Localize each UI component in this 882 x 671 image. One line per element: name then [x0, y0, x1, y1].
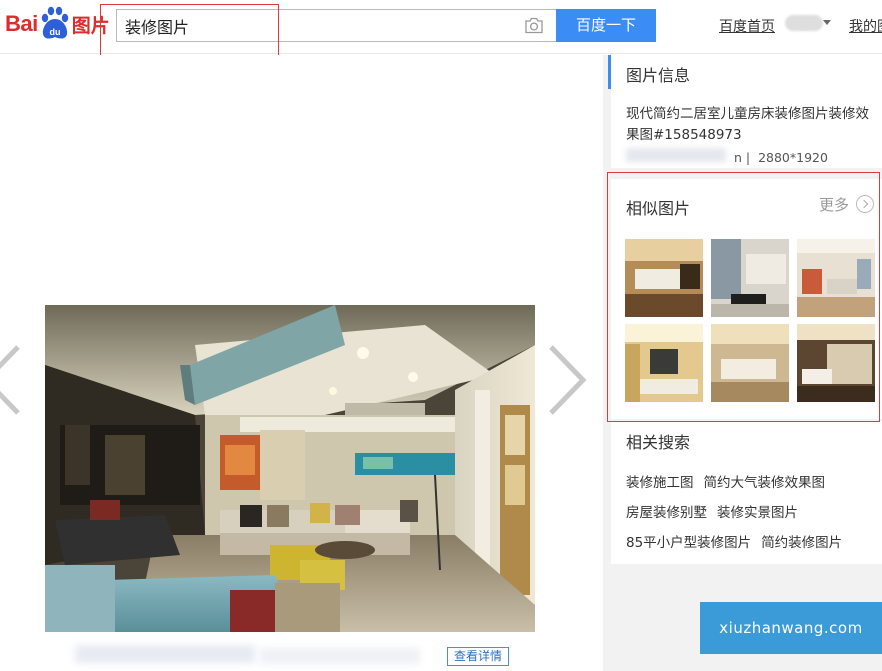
image-meta: n | 2880*1920 — [734, 150, 828, 165]
arrow-left-icon[interactable] — [0, 345, 22, 415]
main-image[interactable] — [45, 305, 535, 632]
related-row: 85平小户型装修图片 简约装修图片 — [626, 531, 852, 551]
image-source-blurred — [260, 648, 420, 664]
logo-text-latin: Bai — [5, 11, 38, 36]
related-row: 装修施工图 简约大气装修效果图 — [626, 471, 835, 491]
baidu-paw-logo: du — [39, 6, 71, 42]
my-images-link[interactable]: 我的图 — [849, 16, 882, 36]
image-dimensions: 2880*1920 — [758, 150, 828, 165]
image-source-blurred — [626, 148, 726, 162]
related-search-link[interactable]: 装修施工图 — [626, 475, 694, 491]
baidu-home-link[interactable]: 百度首页 — [719, 16, 775, 36]
related-search-link[interactable]: 简约装修图片 — [761, 535, 842, 551]
info-title: 图片信息 — [626, 66, 691, 85]
related-search-link[interactable]: 房屋装修别墅 — [626, 505, 707, 521]
user-name-blurred[interactable] — [785, 15, 823, 31]
related-search-link[interactable]: 简约大气装修效果图 — [704, 475, 826, 491]
related-title: 相关搜索 — [626, 433, 691, 452]
related-search-card: 相关搜索 装修施工图 简约大气装修效果图 房屋装修别墅 装修实景图片 85平小户型装… — [611, 421, 882, 564]
image-description: 现代简约二居室儿童房床装修图片装修效果图#158548973 — [626, 106, 869, 143]
view-detail-button[interactable]: 查看详情 — [447, 647, 509, 666]
baidu-image-logo[interactable]: Bai du 图片 — [5, 4, 110, 44]
search-button[interactable]: 百度一下 — [556, 9, 656, 42]
related-row: 房屋装修别墅 装修实景图片 — [626, 501, 808, 521]
site-watermark: xiuzhanwang.com — [700, 602, 882, 654]
related-search-link[interactable]: 装修实景图片 — [717, 505, 798, 521]
logo-paw-text: du — [49, 27, 60, 37]
similar-highlight-box — [607, 172, 880, 422]
meta-separator: n | — [734, 150, 751, 165]
image-caption-blurred — [75, 645, 255, 663]
camera-icon[interactable] — [524, 17, 544, 34]
image-info-card: 图片信息 现代简约二居室儿童房床装修图片装修效果图#158548973 n | … — [608, 55, 882, 168]
related-search-link[interactable]: 85平小户型装修图片 — [626, 535, 751, 551]
chevron-down-icon[interactable] — [823, 20, 831, 25]
arrow-right-icon[interactable] — [547, 345, 589, 415]
info-title-accent — [608, 55, 611, 89]
